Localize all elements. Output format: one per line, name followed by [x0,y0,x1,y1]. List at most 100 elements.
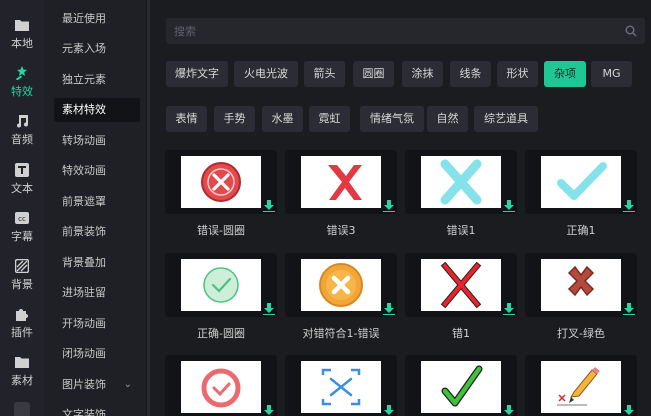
pixel-x-icon [541,259,621,311]
chevron-down-icon: ⌄ [123,379,132,390]
effects-panel: 爆炸文字 火电光波 箭头 圆圈 涂抹 线条 形状 杂项 MG 表情 手势 水墨 … [150,0,651,416]
category-item-expandable[interactable]: 图片装饰 ⌄ [54,373,140,397]
green-checkmark-icon [421,361,501,413]
tag-electric-wave[interactable]: 火电光波 [234,61,298,87]
category-item[interactable]: 进场驻留 [54,281,140,305]
effect-card-wrong1[interactable] [405,253,517,317]
green-circle-check-icon [181,259,261,311]
rail-item-subtitle[interactable]: cc 字幕 [0,203,44,251]
effect-card-pencil[interactable] [525,355,637,416]
category-list: 最近使用 元素入场 独立元素 素材特效 转场动画 特效动画 前景遮罩 前景装饰 … [44,0,147,416]
download-icon[interactable] [503,200,515,212]
effect-card-label: 错误-圆圈 [197,224,245,237]
effect-card-label: 错1 [452,327,470,340]
music-note-icon [15,114,29,128]
tag-nature[interactable]: 自然 [427,106,468,132]
background-icon [15,258,29,273]
effect-card-ring-check[interactable] [165,355,277,416]
rail-item-text[interactable]: 文本 [0,155,44,203]
category-item[interactable]: 独立元素 [54,68,140,92]
download-icon[interactable] [263,405,275,416]
category-item[interactable]: 背景叠加 [54,251,140,275]
download-icon[interactable] [623,303,635,315]
rail-item-local[interactable]: 本地 [0,10,44,58]
effect-card-correct-circle[interactable] [165,253,277,317]
rail-label: 插件 [11,325,33,339]
material-folder-icon [15,355,29,369]
rail-label: 音频 [11,132,33,146]
category-item[interactable]: 元素入场 [54,37,140,61]
tag-mood-atmosphere[interactable]: 情绪气氛 [360,106,424,132]
effect-card-error-circle[interactable] [165,150,277,214]
tag-smear[interactable]: 涂抹 [402,61,443,87]
svg-text:cc: cc [18,215,26,223]
category-item[interactable]: 闭场动画 [54,342,140,366]
download-icon[interactable] [503,303,515,315]
tag-gesture[interactable]: 手势 [214,106,255,132]
red-x-outline-icon [421,259,501,311]
rail-label: 文本 [11,181,33,195]
category-item[interactable]: 特效动画 [54,159,140,183]
search-input[interactable] [166,18,645,44]
category-item[interactable]: 文字装饰 [54,403,140,416]
download-icon[interactable] [263,200,275,212]
download-icon[interactable] [503,405,515,416]
tag-circle[interactable]: 圆圈 [353,61,394,87]
tag-shape[interactable]: 形状 [497,61,538,87]
tag-line[interactable]: 线条 [450,61,491,87]
effect-card-right-wrong-error[interactable] [285,253,397,317]
tag-misc-active[interactable]: 杂项 [544,61,586,87]
rail-label: 素材 [11,373,33,387]
effect-card-error1[interactable] [405,150,517,214]
category-item[interactable]: 前景遮罩 [54,190,140,214]
category-label: 图片装饰 [62,378,106,391]
download-icon[interactable] [623,200,635,212]
download-icon[interactable] [383,405,395,416]
red-ring-check-icon [181,361,261,413]
effect-card-label: 正确-圆圈 [197,327,245,340]
category-item[interactable]: 转场动画 [54,129,140,153]
tag-neon[interactable]: 霓虹 [309,106,350,132]
effect-card-bracket-x[interactable] [285,355,397,416]
orange-circle-x-icon [301,259,381,311]
category-item[interactable]: 最近使用 [54,7,140,31]
cyan-x-icon [421,156,501,208]
effect-card-label: 打叉-绿色 [557,327,605,340]
pencil-icon [541,361,621,413]
effect-card-correct1[interactable] [525,150,637,214]
tag-explosion-text[interactable]: 爆炸文字 [166,61,228,87]
rail-label: 特效 [11,84,33,98]
rail-item-audio[interactable]: 音频 [0,106,44,154]
tag-variety-props[interactable]: 综艺道具 [474,106,538,132]
effect-card-cross-green[interactable] [525,253,637,317]
effect-card-label: 错误1 [446,224,476,237]
rail-item-plugins[interactable]: 插件 [0,299,44,347]
category-item[interactable]: 开场动画 [54,312,140,336]
tag-ink[interactable]: 水墨 [262,106,303,132]
subtitle-icon: cc [15,211,29,225]
tag-mg[interactable]: MG [591,61,632,87]
tag-emoji[interactable]: 表情 [166,106,207,132]
download-icon[interactable] [623,405,635,416]
effect-card-error3[interactable] [285,150,397,214]
download-icon[interactable] [383,303,395,315]
tag-arrow[interactable]: 箭头 [304,61,345,87]
red-circle-x-icon [181,156,261,208]
puzzle-icon [15,307,29,321]
category-item-active[interactable]: 素材特效 [54,98,140,122]
download-icon[interactable] [263,303,275,315]
rail-item-background[interactable]: 背景 [0,251,44,299]
effect-card-green-check[interactable] [405,355,517,416]
rail-item-material[interactable]: 素材 [0,347,44,395]
rail-more-icon[interactable] [14,402,30,416]
category-item[interactable]: 前景装饰 [54,220,140,244]
search-icon[interactable] [625,25,637,37]
cyan-checkmark-icon [541,156,621,208]
download-icon[interactable] [383,200,395,212]
red-x-icon [301,156,381,208]
effect-card-label: 正确1 [566,224,596,237]
effect-card-label: 错误3 [326,224,356,237]
rail-item-effects[interactable]: 特效 [0,58,44,106]
blue-bracket-x-icon [301,361,381,413]
search-box [166,18,645,44]
